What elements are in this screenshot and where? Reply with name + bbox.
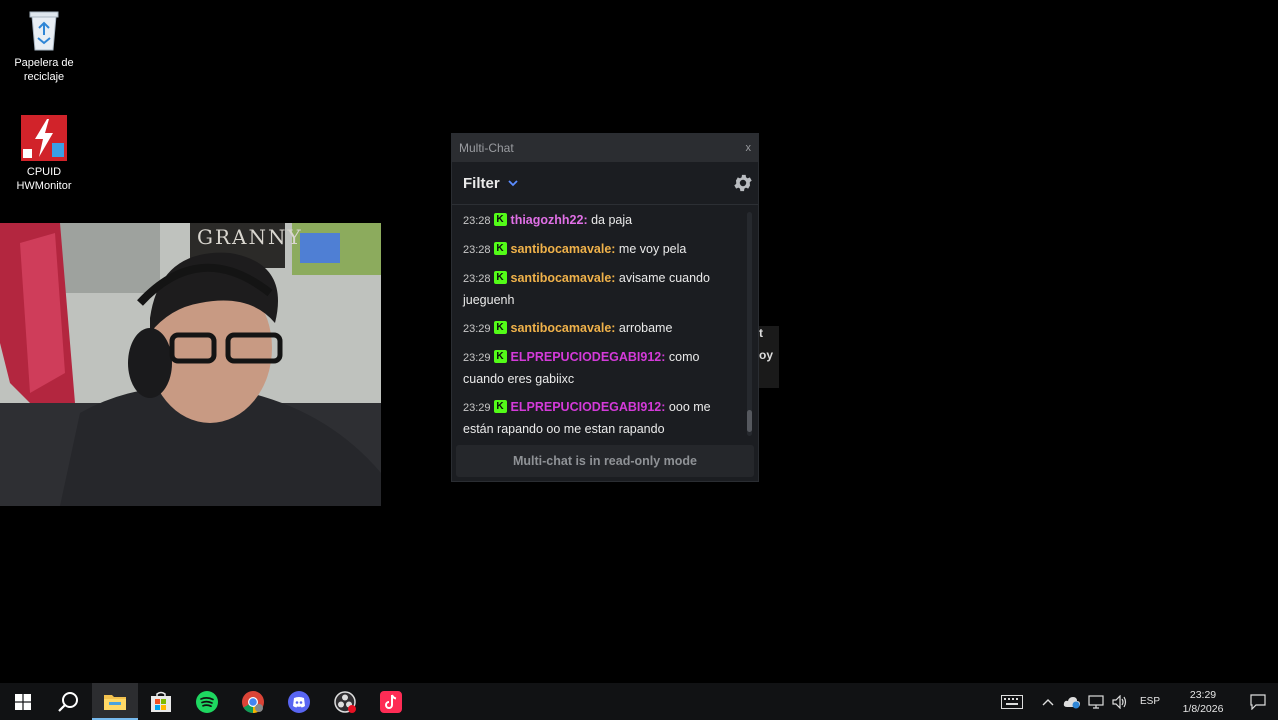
taskbar-file-explorer[interactable] — [92, 683, 138, 720]
tray-show-hidden[interactable] — [1036, 683, 1060, 720]
message-time: 23:28 — [463, 273, 491, 285]
background-window-text-1: t — [759, 326, 763, 340]
message-time: 23:28 — [463, 244, 491, 256]
kick-badge-letter: K — [496, 272, 504, 283]
file-explorer-icon — [104, 694, 126, 710]
kick-platform-icon: K — [493, 242, 507, 255]
taskbar-clock[interactable]: 23:29 1/8/2026 — [1168, 688, 1238, 716]
chat-message: 23:29 Ksantibocamavale: arrobame — [463, 318, 738, 340]
network-icon — [1088, 694, 1104, 709]
desktop-icon-hwmonitor[interactable]: CPUID HWMonitor — [6, 115, 82, 193]
clock-date: 1/8/2026 — [1182, 702, 1224, 715]
kick-platform-icon: K — [493, 213, 507, 226]
webcam-scene — [0, 223, 381, 506]
tray-network[interactable] — [1084, 683, 1108, 720]
background-window-fragment: t oy — [759, 326, 779, 388]
message-text: me voy pela — [615, 242, 687, 256]
message-time: 23:28 — [463, 215, 491, 227]
chat-scrollbar[interactable] — [747, 212, 752, 436]
desktop-icon-recycle-bin[interactable]: Papelera de reciclaje — [6, 8, 82, 84]
chrome-icon — [242, 690, 264, 713]
chat-message: 23:28 Ksantibocamavale: avisame cuando ju… — [463, 268, 738, 311]
kick-platform-icon: K — [493, 400, 507, 413]
search-icon — [58, 691, 78, 712]
filter-label: Filter — [463, 174, 500, 192]
hwmonitor-label: CPUID HWMonitor — [16, 166, 72, 192]
message-username[interactable]: santibocamavale: — [511, 242, 616, 256]
chat-scrollbar-thumb[interactable] — [747, 410, 752, 432]
chevron-down-icon — [508, 180, 518, 187]
message-username[interactable]: ELPREPUCIODEGABI912: — [511, 400, 666, 414]
tray-onedrive[interactable] — [1060, 683, 1084, 720]
onedrive-cloud-icon — [1063, 696, 1080, 708]
start-icon — [15, 693, 31, 710]
notification-icon — [1250, 693, 1266, 710]
message-time: 23:29 — [463, 402, 491, 414]
system-tray: ESP 23:29 1/8/2026 — [994, 683, 1278, 720]
action-center-button[interactable] — [1238, 693, 1278, 710]
message-text: arrobame — [615, 321, 673, 335]
multichat-title: Multi-Chat — [459, 141, 514, 155]
filter-dropdown[interactable]: Filter — [463, 175, 520, 192]
close-button[interactable]: x — [746, 142, 752, 154]
multichat-window: Multi-Chat x Filter 23:28 Kthiagozhh22: d… — [451, 133, 759, 482]
message-username[interactable]: ELPREPUCIODEGABI912: — [511, 350, 666, 364]
taskbar-chrome[interactable] — [230, 683, 276, 720]
gear-icon[interactable] — [732, 172, 754, 194]
recycle-bin-label: Papelera de reciclaje — [14, 57, 74, 83]
message-username[interactable]: thiagozhh22: — [511, 213, 588, 227]
recycle-bin-icon — [29, 11, 59, 51]
kick-badge-letter: K — [496, 401, 504, 412]
obs-icon — [334, 690, 356, 713]
message-time: 23:29 — [463, 323, 491, 335]
chevron-up-icon — [1042, 698, 1054, 705]
taskbar-tiktok[interactable] — [368, 683, 414, 720]
microsoft-store-icon — [151, 691, 171, 712]
keyboard-icon — [1000, 694, 1023, 709]
chat-message: 23:28 Ksantibocamavale: me voy pela — [463, 239, 738, 261]
poster-text: GRANNY — [197, 225, 303, 249]
search-button[interactable] — [46, 683, 92, 720]
webcam-feed: GRANNY — [0, 223, 381, 506]
tray-keyboard[interactable] — [994, 683, 1030, 720]
message-username[interactable]: santibocamavale: — [511, 271, 616, 285]
taskbar: ESP 23:29 1/8/2026 — [0, 683, 1278, 720]
message-time: 23:29 — [463, 352, 491, 364]
readonly-notice: Multi-chat is in read-only mode — [456, 445, 754, 477]
kick-platform-icon: K — [493, 271, 507, 284]
hwmonitor-icon — [21, 115, 67, 161]
message-text: da paja — [587, 213, 633, 227]
tiktok-icon — [380, 690, 402, 713]
kick-platform-icon: K — [493, 350, 507, 363]
language-indicator[interactable]: ESP — [1132, 696, 1168, 707]
kick-badge-letter: K — [496, 322, 504, 333]
chat-message: 23:29 K ELPREPUCIODEGABI912: ooo me están … — [463, 397, 738, 440]
multichat-titlebar[interactable]: Multi-Chat x — [452, 134, 758, 162]
kick-badge-letter: K — [496, 243, 504, 254]
taskbar-discord[interactable] — [276, 683, 322, 720]
kick-platform-icon: K — [493, 321, 507, 334]
clock-time: 23:29 — [1189, 688, 1217, 701]
taskbar-spotify[interactable] — [184, 683, 230, 720]
volume-icon — [1112, 694, 1127, 709]
tray-volume[interactable] — [1108, 683, 1132, 720]
spotify-icon — [196, 690, 218, 713]
chat-message-list[interactable]: 23:28 Kthiagozhh22: da paja 23:28 Ksantiboc… — [452, 206, 748, 438]
message-username[interactable]: santibocamavale: — [511, 321, 616, 335]
kick-badge-letter: K — [496, 214, 504, 225]
start-button[interactable] — [0, 683, 46, 720]
background-window-text-2: oy — [759, 348, 774, 362]
taskbar-obs[interactable] — [322, 683, 368, 720]
multichat-header: Filter — [452, 162, 758, 205]
taskbar-microsoft-store[interactable] — [138, 683, 184, 720]
kick-badge-letter: K — [496, 351, 504, 362]
chat-message: 23:28 Kthiagozhh22: da paja — [463, 210, 738, 232]
discord-icon — [288, 690, 310, 713]
chat-message: 23:29 K ELPREPUCIODEGABI912: como cuando e… — [463, 347, 738, 390]
